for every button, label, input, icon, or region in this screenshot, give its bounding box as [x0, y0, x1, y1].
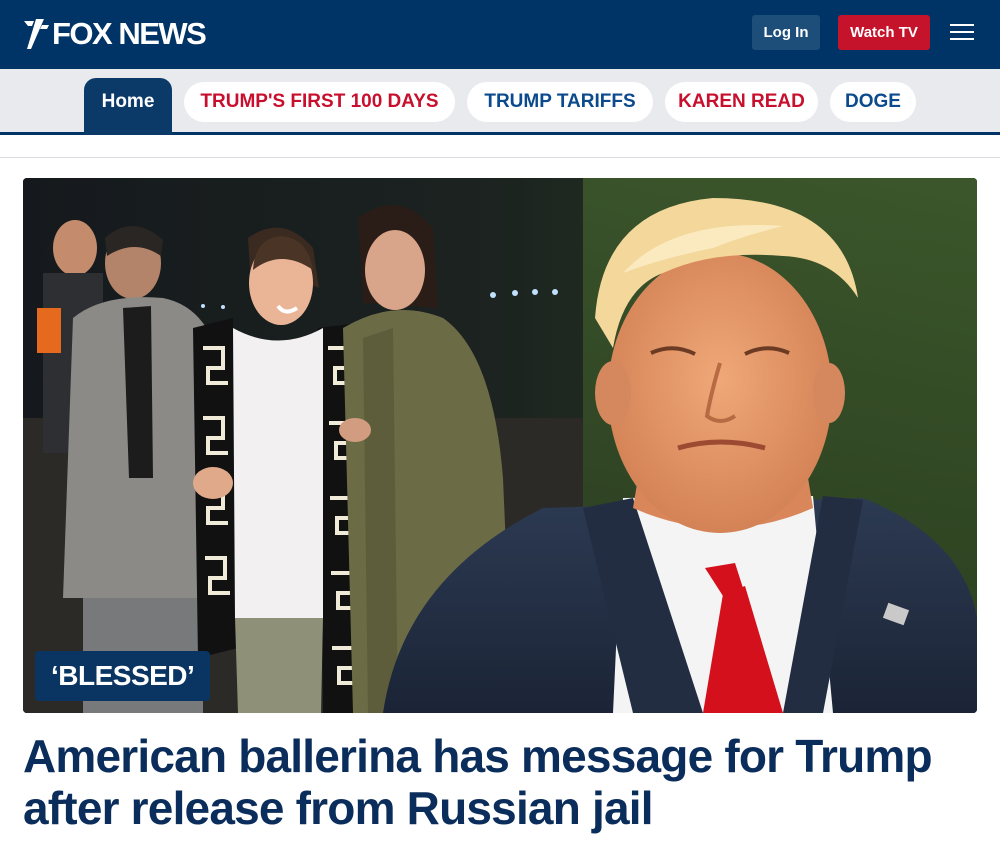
nav-pill-karen-read[interactable]: KAREN READ: [665, 82, 818, 122]
logo-text: FOX NEWS: [52, 16, 207, 51]
nav-tab-home[interactable]: Home: [84, 78, 172, 135]
story-headline[interactable]: American ballerina has message for Trump…: [23, 730, 973, 834]
fox-news-logo-mark: [24, 19, 49, 49]
hero-photo-illustration: [23, 178, 977, 713]
topic-nav: Home TRUMP'S FIRST 100 DAYS TRUMP TARIFF…: [0, 69, 1000, 135]
hero-image[interactable]: [23, 178, 977, 713]
log-in-button[interactable]: Log In: [752, 15, 820, 50]
nav-pill-trumps-first-100-days[interactable]: TRUMP'S FIRST 100 DAYS: [184, 82, 455, 122]
site-header: FOX NEWS Log In Watch TV: [0, 0, 1000, 69]
nav-pill-doge[interactable]: DOGE: [830, 82, 916, 122]
watch-tv-button[interactable]: Watch TV: [838, 15, 930, 50]
fox-news-logo[interactable]: FOX NEWS: [22, 16, 207, 52]
section-divider: [0, 157, 1000, 158]
nav-pill-trump-tariffs[interactable]: TRUMP TARIFFS: [467, 82, 653, 122]
hamburger-menu-icon[interactable]: [950, 23, 974, 41]
story-kicker-badge[interactable]: ‘BLESSED’: [35, 651, 211, 701]
